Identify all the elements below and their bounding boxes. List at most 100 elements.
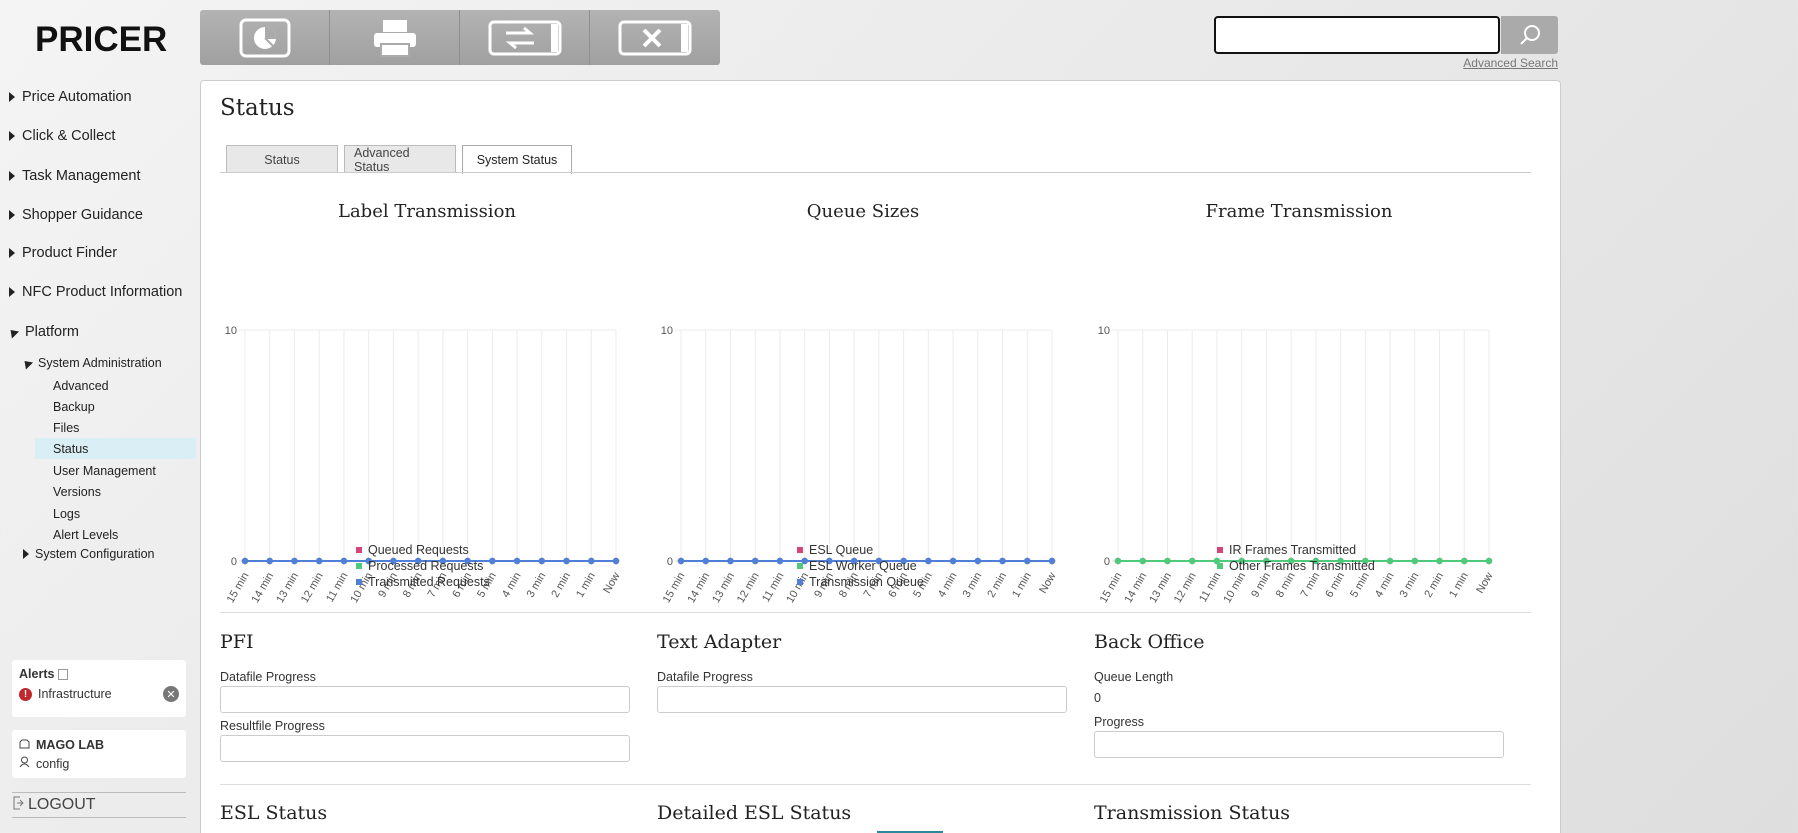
chart-legend: Queued Requests Processed Requests Trans… <box>356 542 490 590</box>
nav-platform[interactable]: Platform <box>0 320 198 344</box>
nav-label: Price Automation <box>22 89 132 105</box>
data-point <box>999 557 1006 565</box>
remove-label-button[interactable] <box>590 10 720 65</box>
text-adapter-datafile-progress <box>657 686 1067 713</box>
tab-bar: Status Advanced Status System Status <box>226 145 572 174</box>
data-point <box>588 557 595 565</box>
alerts-panel: Alerts ! Infrastructure ✕ <box>12 660 186 717</box>
y-tick-label: 10 <box>661 325 673 337</box>
nav-nfc-product-information[interactable]: NFC Product Information <box>0 280 198 304</box>
tab-divider <box>220 172 1531 173</box>
legend-item[interactable]: Queued Requests <box>356 542 490 558</box>
y-tick-label: 10 <box>225 325 237 337</box>
nav-product-finder[interactable]: Product Finder <box>0 241 198 265</box>
legend-label: ESL Worker Queue <box>809 559 917 573</box>
legend-label: Transmitted Requests <box>368 575 490 589</box>
legend-item[interactable]: ESL Worker Queue <box>797 558 924 574</box>
legend-item[interactable]: Transmission Queue <box>797 574 924 590</box>
nav-item-status[interactable]: Status <box>35 438 196 459</box>
nav-item-logs[interactable]: Logs <box>35 503 196 524</box>
dismiss-alert-icon[interactable]: ✕ <box>163 686 179 702</box>
legend-item[interactable]: ESL Queue <box>797 542 924 558</box>
data-point <box>1461 557 1468 565</box>
y-tick-label: 0 <box>1104 556 1110 568</box>
logout-label: LOGOUT <box>28 796 96 813</box>
nav-label: System Configuration <box>35 547 155 561</box>
data-point <box>489 557 496 565</box>
data-point <box>974 557 981 565</box>
x-tick-label: 15 min <box>661 571 688 606</box>
back-office-progress <box>1094 731 1504 758</box>
store-name: MAGO LAB <box>36 737 105 752</box>
nav-system-configuration[interactable]: System Configuration <box>0 544 198 564</box>
tab-system-status[interactable]: System Status <box>462 145 572 174</box>
legend-item[interactable]: Transmitted Requests <box>356 574 490 590</box>
alert-label: Infrastructure <box>38 687 112 701</box>
data-point <box>340 557 348 565</box>
data-point <box>949 557 957 565</box>
nav-click-collect[interactable]: Click & Collect <box>0 124 198 148</box>
advanced-search-link[interactable]: Advanced Search <box>1440 56 1558 70</box>
tab-status[interactable]: Status <box>226 145 338 173</box>
x-tick-label: 2 min <box>549 571 573 600</box>
x-tick-label: 1 min <box>1010 571 1034 600</box>
esl-status-title: ESL Status <box>220 802 328 824</box>
label-remove-icon <box>618 20 692 55</box>
sidebar: PRICER Price Automation Click & Collect … <box>0 0 198 833</box>
nav-item-user-management[interactable]: User Management <box>35 460 196 481</box>
nav-item-advanced[interactable]: Advanced <box>35 375 196 396</box>
x-tick-label: 10 min <box>1221 571 1248 606</box>
legend-item[interactable]: Other Frames Transmitted <box>1217 558 1375 574</box>
nav-task-management[interactable]: Task Management <box>0 164 198 188</box>
nav-system-administration[interactable]: System Administration <box>0 353 198 373</box>
x-tick-label: 14 min <box>249 571 276 606</box>
search-button[interactable] <box>1501 16 1558 54</box>
back-office-progress-label: Progress <box>1094 715 1145 729</box>
data-point <box>563 557 570 565</box>
x-tick-label: 11 min <box>1197 571 1223 605</box>
chevron-right-icon <box>9 287 15 297</box>
y-tick-label: 0 <box>667 556 673 568</box>
chevron-down-icon <box>20 356 34 370</box>
legend-label: IR Frames Transmitted <box>1229 543 1357 557</box>
search-input[interactable] <box>1214 16 1500 54</box>
legend-item[interactable]: Processed Requests <box>356 558 490 574</box>
legend-swatch <box>797 579 803 585</box>
dashboard-icon <box>239 18 290 57</box>
nav-item-backup[interactable]: Backup <box>35 396 196 417</box>
x-tick-label: 13 min <box>710 571 737 606</box>
legend-label: Queued Requests <box>368 543 469 557</box>
logout-button[interactable]: LOGOUT <box>12 792 186 818</box>
section-divider <box>220 612 1531 613</box>
x-tick-label: 3 min <box>525 571 549 600</box>
store-icon <box>19 738 30 752</box>
legend-item[interactable]: IR Frames Transmitted <box>1217 542 1375 558</box>
swap-label-button[interactable] <box>460 10 590 65</box>
x-tick-label: 13 min <box>274 571 301 606</box>
alert-item[interactable]: ! Infrastructure ✕ <box>19 686 179 702</box>
store-panel: MAGO LAB config <box>12 730 186 778</box>
print-button[interactable] <box>330 10 460 65</box>
x-tick-label: 6 min <box>1323 571 1347 600</box>
nav-item-files[interactable]: Files <box>35 417 196 438</box>
data-point <box>1048 557 1056 565</box>
document-icon[interactable] <box>58 668 69 680</box>
pfi-resultfile-label: Resultfile Progress <box>220 719 325 733</box>
data-point <box>702 557 709 565</box>
nav-item-alert-levels[interactable]: Alert Levels <box>35 524 196 545</box>
dashboard-button[interactable] <box>200 10 330 65</box>
x-tick-label: 9 min <box>1249 571 1273 600</box>
x-tick-label: 12 min <box>1172 571 1199 606</box>
nav-shopper-guidance[interactable]: Shopper Guidance <box>0 203 198 227</box>
x-tick-label: Now <box>1037 570 1058 595</box>
nav-price-automation[interactable]: Price Automation <box>0 85 198 109</box>
legend-swatch <box>1217 563 1223 569</box>
legend-swatch <box>356 563 362 569</box>
chart-title-queue-sizes: Queue Sizes <box>806 201 920 222</box>
nav-item-versions[interactable]: Versions <box>35 481 196 502</box>
tab-advanced-status[interactable]: Advanced Status <box>344 145 456 174</box>
alert-error-icon: ! <box>19 687 32 701</box>
data-point <box>1386 557 1394 565</box>
x-tick-label: 15 min <box>1098 571 1125 606</box>
x-tick-label: Now <box>1474 570 1495 595</box>
